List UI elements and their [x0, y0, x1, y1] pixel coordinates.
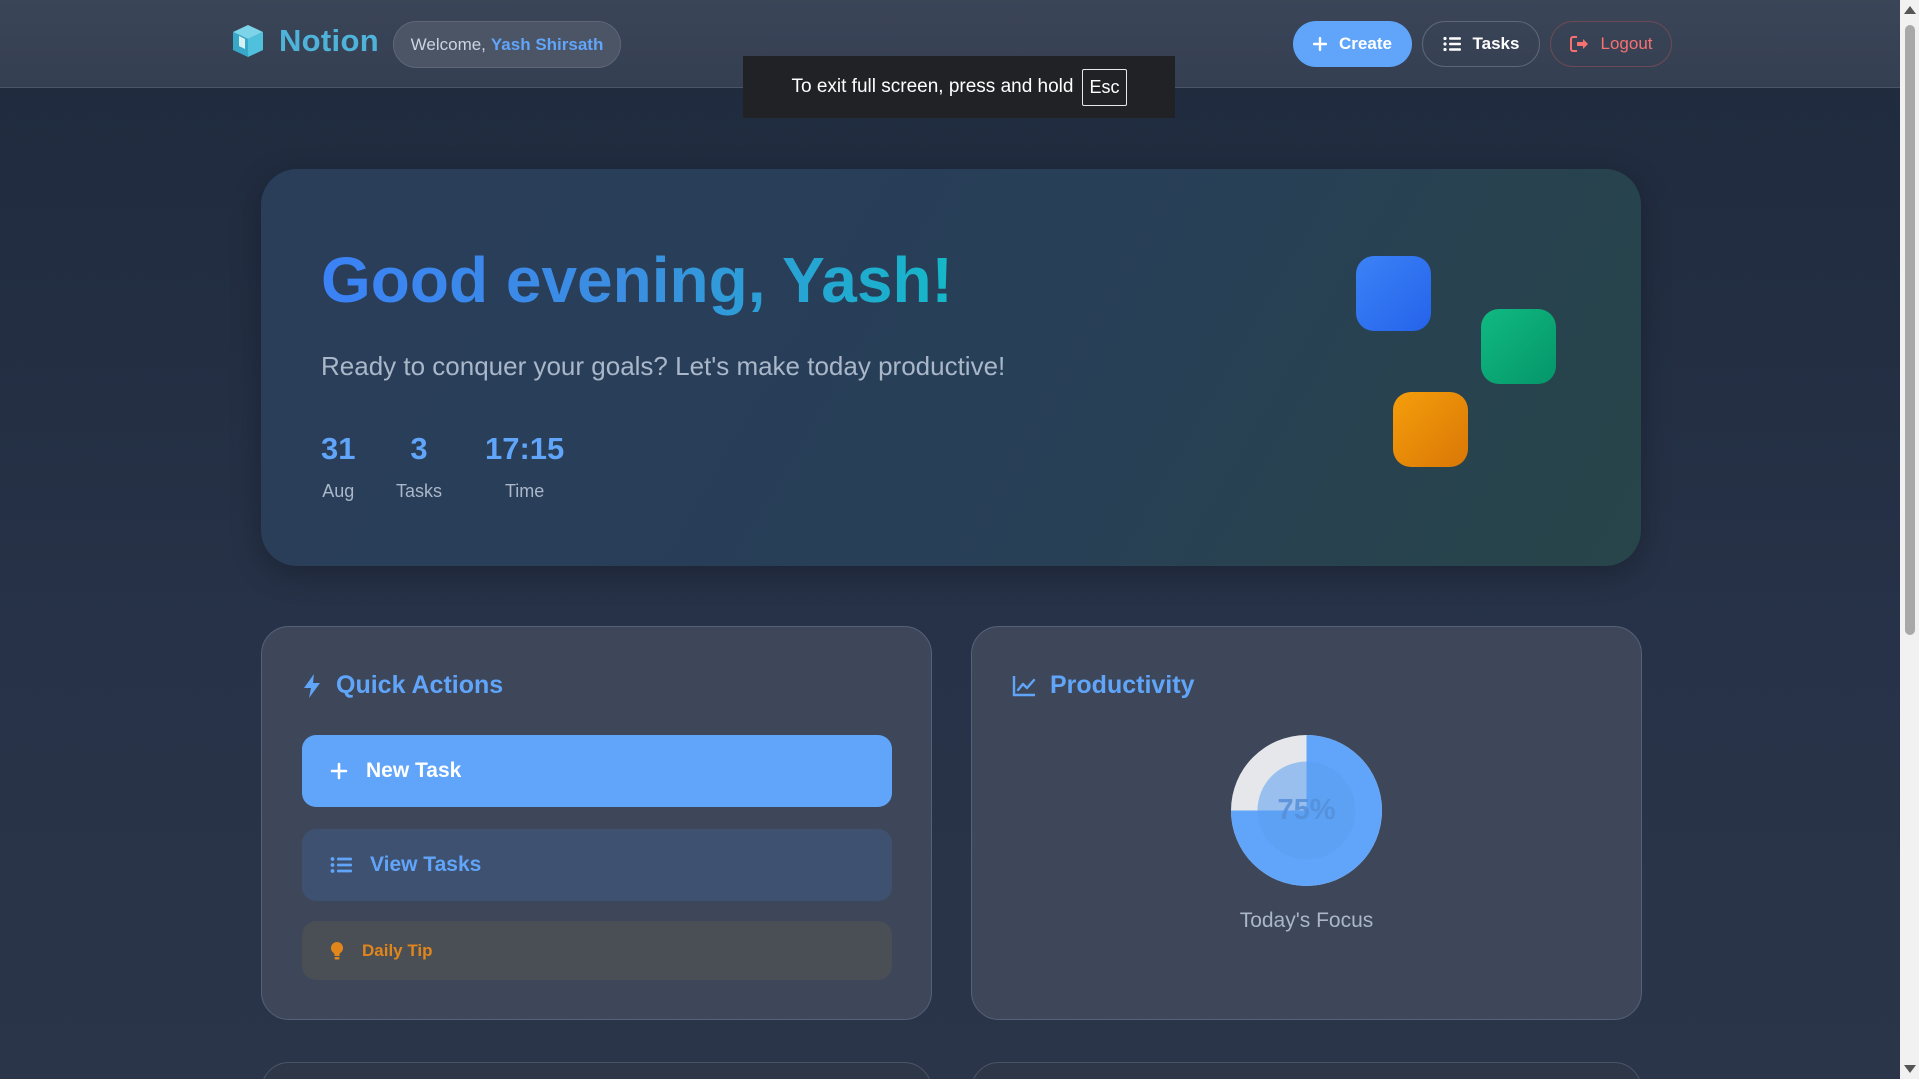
scrollbar-thumb[interactable]	[1905, 25, 1915, 635]
logout-button[interactable]: Logout	[1550, 21, 1672, 67]
welcome-user-name: Yash Shirsath	[490, 34, 604, 54]
lightning-icon	[304, 673, 320, 698]
chart-line-icon	[1012, 675, 1036, 696]
plus-icon	[330, 762, 348, 780]
logout-button-label: Logout	[1600, 34, 1653, 53]
list-icon	[330, 857, 352, 873]
decorative-blue-square	[1356, 256, 1431, 331]
hero-panel: Good evening, Yash! Ready to conquer you…	[261, 169, 1641, 566]
new-task-button[interactable]: New Task	[302, 735, 892, 807]
list-icon	[1442, 36, 1461, 52]
quick-actions-header: Quick Actions	[302, 671, 503, 700]
productivity-card: Productivity 75% Today's Focus	[971, 626, 1642, 1020]
stat-value: 3	[410, 431, 428, 466]
fullscreen-toast-message: To exit full screen, press and hold	[791, 76, 1074, 97]
quick-actions-title: Quick Actions	[336, 671, 504, 699]
stat-time: 17:15 Time	[485, 431, 564, 502]
logout-icon	[1569, 36, 1588, 52]
decorative-green-square	[1481, 309, 1556, 384]
welcome-prefix: Welcome,	[410, 34, 486, 54]
productivity-header: Productivity	[1012, 671, 1194, 700]
greeting-subtitle: Ready to conquer your goals? Let's make …	[321, 351, 1006, 381]
lower-left-card	[261, 1062, 932, 1079]
productivity-donut-chart: 75%	[1231, 735, 1382, 886]
stat-date: 31 Aug	[321, 431, 355, 502]
scroll-up-arrow-icon[interactable]	[1904, 6, 1916, 14]
new-task-label: New Task	[366, 759, 462, 782]
stat-value: 17:15	[485, 431, 565, 466]
plus-icon	[1313, 37, 1328, 51]
productivity-title: Productivity	[1050, 671, 1195, 699]
welcome-badge: Welcome, Yash Shirsath	[393, 21, 621, 68]
tasks-button-label: Tasks	[1472, 34, 1520, 53]
stat-label: Time	[504, 481, 545, 501]
brand-name: Notion	[279, 23, 379, 58]
create-button-label: Create	[1339, 34, 1392, 53]
view-tasks-button[interactable]: View Tasks	[302, 829, 892, 901]
quick-actions-card: Quick Actions New Task View Tasks Daily …	[261, 626, 932, 1020]
stat-label: Aug	[322, 481, 355, 501]
brand-logo[interactable]: Notion	[229, 22, 379, 60]
cube-icon	[233, 25, 263, 57]
greeting-title: Good evening, Yash!	[321, 244, 953, 316]
todays-focus-caption: Today's Focus	[1239, 909, 1374, 932]
view-tasks-label: View Tasks	[370, 853, 482, 876]
page-scrollbar[interactable]	[1900, 0, 1919, 1079]
tasks-button[interactable]: Tasks	[1422, 21, 1540, 67]
lightbulb-icon	[330, 941, 344, 959]
esc-key-hint: Esc	[1082, 68, 1127, 106]
donut-percent-label: 75%	[1277, 794, 1335, 826]
stat-label: Tasks	[396, 481, 443, 501]
lower-right-card	[971, 1062, 1642, 1079]
scroll-down-arrow-icon[interactable]	[1904, 1065, 1916, 1073]
fullscreen-toast: To exit full screen, press and hold Esc	[743, 56, 1175, 118]
decorative-orange-square	[1393, 392, 1468, 467]
stat-tasks: 3 Tasks	[396, 431, 442, 502]
stat-value: 31	[321, 431, 356, 466]
create-button[interactable]: Create	[1293, 21, 1412, 67]
daily-tip-label: Daily Tip	[362, 940, 433, 960]
daily-tip-button[interactable]: Daily Tip	[302, 921, 892, 980]
